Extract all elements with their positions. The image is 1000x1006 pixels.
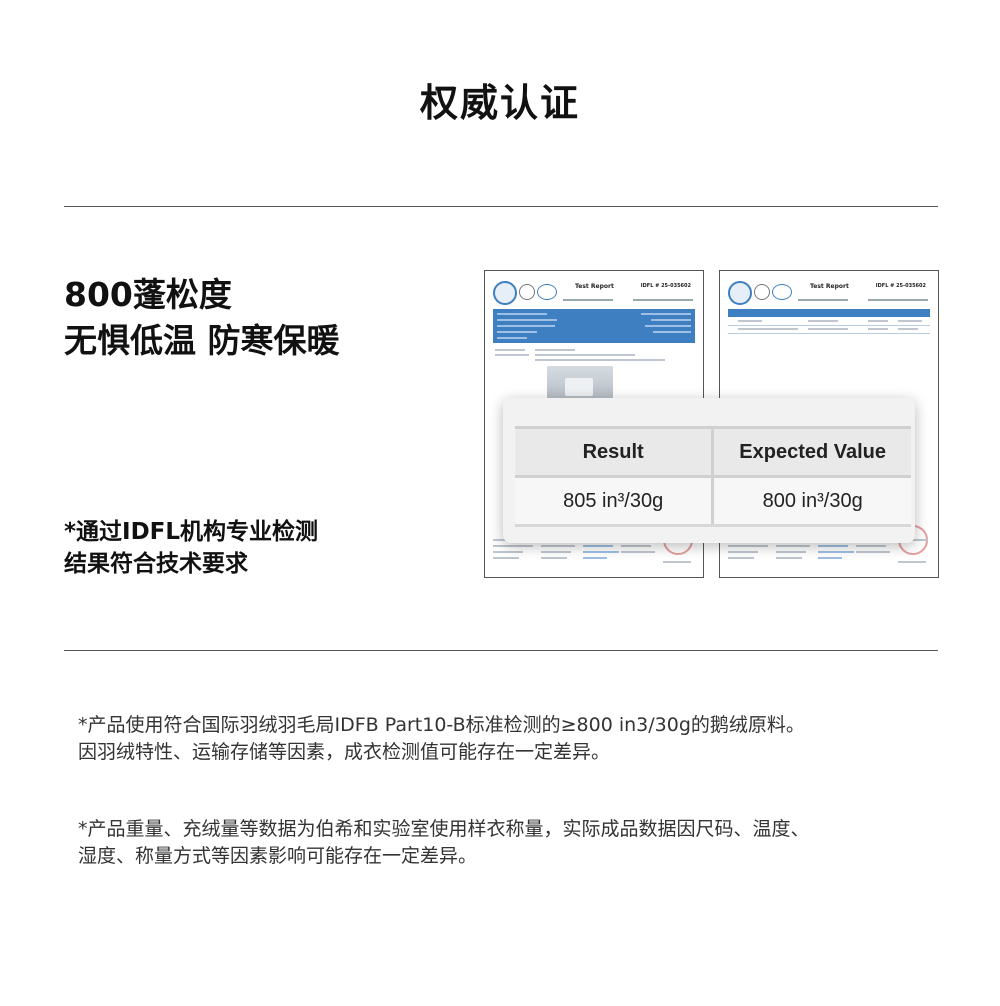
result-value: 805 in³/30g [515,476,713,527]
expected-value: 800 in³/30g [711,476,911,527]
certification-line-2: 结果符合技术要求 [64,551,248,577]
certification-line-1: *通过IDFL机构专业检测 [64,519,319,545]
certification-note: *通过IDFL机构专业检测 结果符合技术要求 [64,516,318,580]
disclaimer-line: *产品使用符合国际羽绒羽毛局IDFB Part10-B标准检测的≥800 in3… [78,714,805,736]
ndn-logo-icon [519,284,535,300]
cnas-logo-icon [772,284,792,300]
result-table-header-row: Result Expected Value [515,426,911,478]
ndn-logo-icon [754,284,770,300]
disclaimer-raw-material: *产品使用符合国际羽绒羽毛局IDFB Part10-B标准检测的≥800 in3… [78,712,805,766]
bottom-divider [64,650,938,651]
report-header: Test Report IDFL # 25-035602 [493,279,695,305]
report-summary-table-header [728,309,930,317]
report-client-band [493,309,695,343]
expected-value-header: Expected Value [711,426,911,478]
idfl-logo-icon [493,281,517,305]
headline: 800蓬松度 无惧低温 防寒保暖 [64,272,340,364]
report-footer [493,539,695,569]
report-title: Test Report [810,283,849,290]
report-title: Test Report [575,283,614,290]
page-title: 权威认证 [419,81,580,125]
idfl-logo-icon [728,281,752,305]
result-table-row: 805 in³/30g 800 in³/30g [515,476,911,527]
disclaimer-line: 湿度、称量方式等因素影响可能存在一定差异。 [78,845,478,867]
disclaimer-weight: *产品重量、充绒量等数据为伯希和实验室使用样衣称量，实际成品数据因尺码、温度、 … [78,816,810,870]
result-callout: Result Expected Value 805 in³/30g 800 in… [503,398,915,543]
cnas-logo-icon [537,284,557,300]
headline-line-2: 无惧低温 防寒保暖 [64,321,340,360]
report-number: IDFL # 25-035602 [875,283,926,289]
result-header: Result [515,426,713,478]
disclaimer-line: *产品重量、充绒量等数据为伯希和实验室使用样衣称量，实际成品数据因尺码、温度、 [78,818,810,840]
result-table: Result Expected Value 805 in³/30g 800 in… [515,426,911,527]
disclaimer-line: 因羽绒特性、运输存储等因素，成衣检测值可能存在一定差异。 [78,741,611,763]
report-footer [728,539,930,569]
top-divider [64,206,938,207]
report-number: IDFL # 25-035602 [640,283,691,289]
report-header: Test Report IDFL # 25-035602 [728,279,930,305]
headline-line-1: 800蓬松度 [64,275,232,314]
